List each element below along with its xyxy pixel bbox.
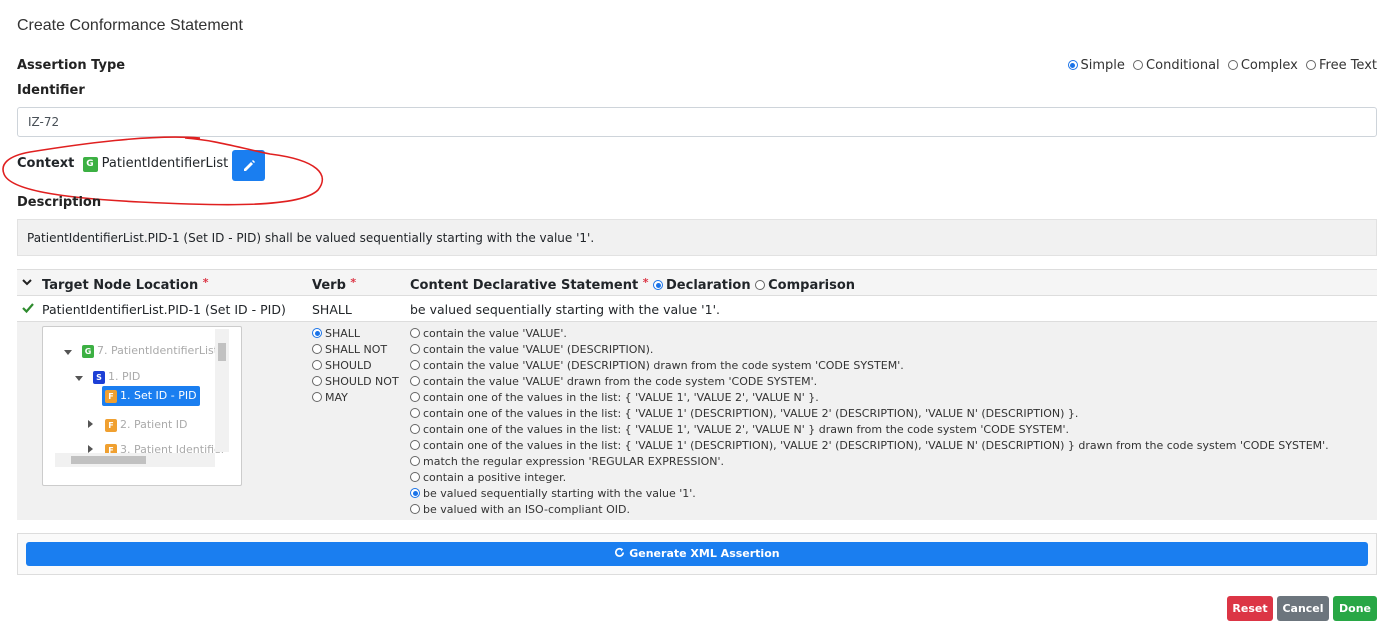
node-tree: G 7. PatientIdentifierList S 1. PID F 1. Se…: [42, 326, 242, 486]
assertion-type-label: Assertion Type: [17, 58, 126, 73]
description-label: Description: [17, 195, 102, 210]
statement-option[interactable]: contain the value 'VALUE'.: [410, 327, 1329, 343]
statement-option[interactable]: contain the value 'VALUE' (DESCRIPTION).: [410, 343, 1329, 359]
radio-icon: [1067, 60, 1078, 70]
reset-button[interactable]: Reset: [1227, 596, 1273, 621]
radio-icon: [410, 408, 420, 418]
table-header: Target Node Location * Verb * Content De…: [17, 269, 1377, 296]
statement-option[interactable]: contain one of the values in the list: {…: [410, 391, 1329, 407]
radio-icon: [312, 344, 322, 354]
radio-icon: [1305, 60, 1316, 70]
row-verb: SHALL: [312, 302, 352, 317]
statement-option[interactable]: contain the value 'VALUE' drawn from the…: [410, 375, 1329, 391]
statement-option[interactable]: match the regular expression 'REGULAR EX…: [410, 455, 1329, 471]
assertion-type-free-text[interactable]: Free Text: [1305, 58, 1377, 73]
caret-down-icon[interactable]: [75, 376, 83, 381]
chevron-down-icon[interactable]: [21, 276, 33, 292]
tree-node[interactable]: F 2. Patient ID: [105, 418, 188, 432]
cancel-button[interactable]: Cancel: [1277, 596, 1329, 621]
radio-icon: [410, 344, 420, 354]
generate-panel: Generate XML Assertion: [17, 533, 1377, 575]
done-button[interactable]: Done: [1333, 596, 1377, 621]
statement-options: contain the value 'VALUE'. contain the v…: [410, 327, 1329, 519]
radio-icon: [312, 392, 322, 402]
radio-icon: [755, 280, 766, 290]
verb-options: SHALL SHALL NOT SHOULD SHOULD NOT MAY: [312, 327, 399, 407]
header-content: Content Declarative Statement * Declarat…: [410, 276, 856, 293]
generate-xml-button[interactable]: Generate XML Assertion: [26, 542, 1368, 566]
caret-right-icon[interactable]: [88, 445, 93, 453]
verb-option[interactable]: SHOULD NOT: [312, 375, 399, 391]
radio-icon: [410, 472, 420, 482]
horizontal-scrollbar[interactable]: [55, 453, 215, 467]
verb-option[interactable]: SHOULD: [312, 359, 399, 375]
mode-comparison[interactable]: Comparison: [755, 278, 855, 293]
row-editor: G 7. PatientIdentifierList S 1. PID F 1. Se…: [17, 322, 1377, 520]
description-field[interactable]: PatientIdentifierList.PID-1 (Set ID - PI…: [17, 219, 1377, 256]
statement-option[interactable]: contain one of the values in the list: {…: [410, 423, 1329, 439]
radio-icon: [653, 280, 664, 290]
radio-icon: [410, 376, 420, 386]
table-row: PatientIdentifierList.PID-1 (Set ID - PI…: [17, 296, 1377, 322]
statement-option[interactable]: contain a positive integer.: [410, 471, 1329, 487]
check-icon: [21, 301, 35, 318]
statement-option[interactable]: contain one of the values in the list: {…: [410, 407, 1329, 423]
vertical-scrollbar[interactable]: [215, 329, 229, 452]
tree-node-selected[interactable]: F 1. Set ID - PID: [102, 386, 200, 406]
radio-icon: [410, 456, 420, 466]
radio-icon: [410, 392, 420, 402]
caret-right-icon[interactable]: [88, 420, 93, 428]
assertion-type-complex[interactable]: Complex: [1227, 58, 1298, 73]
statement-option[interactable]: contain the value 'VALUE' (DESCRIPTION) …: [410, 359, 1329, 375]
radio-icon: [410, 328, 420, 338]
radio-icon: [410, 440, 420, 450]
header-verb: Verb *: [312, 276, 357, 293]
verb-option[interactable]: SHALL NOT: [312, 343, 399, 359]
radio-icon: [410, 424, 420, 434]
assertion-type-simple[interactable]: Simple: [1067, 58, 1125, 73]
statement-option[interactable]: be valued sequentially starting with the…: [410, 487, 1329, 503]
assertion-type-conditional[interactable]: Conditional: [1133, 58, 1220, 73]
mode-declaration[interactable]: Declaration: [653, 278, 751, 293]
radio-icon: [1227, 60, 1238, 70]
radio-icon: [312, 376, 322, 386]
radio-icon: [410, 504, 420, 514]
caret-down-icon[interactable]: [64, 350, 72, 355]
assertion-type-radio-group: Simple Conditional Complex Free Text: [1064, 58, 1377, 73]
identifier-label: Identifier: [17, 83, 85, 98]
page-title: Create Conformance Statement: [17, 17, 243, 34]
assertion-table: Target Node Location * Verb * Content De…: [17, 269, 1377, 520]
verb-option[interactable]: SHALL: [312, 327, 399, 343]
tree-node[interactable]: S 1. PID: [93, 370, 140, 384]
tree-node[interactable]: G 7. PatientIdentifierList: [82, 344, 218, 358]
header-target: Target Node Location *: [42, 276, 209, 293]
radio-icon: [312, 328, 322, 338]
radio-icon: [1133, 60, 1144, 70]
radio-icon: [410, 488, 420, 498]
row-statement: be valued sequentially starting with the…: [410, 302, 720, 317]
statement-option[interactable]: be valued with an ISO-compliant OID.: [410, 503, 1329, 519]
radio-icon: [312, 360, 322, 370]
row-target: PatientIdentifierList.PID-1 (Set ID - PI…: [42, 302, 286, 317]
refresh-icon: [615, 547, 625, 557]
radio-icon: [410, 360, 420, 370]
verb-option[interactable]: MAY: [312, 391, 399, 407]
statement-option[interactable]: contain one of the values in the list: {…: [410, 439, 1329, 455]
